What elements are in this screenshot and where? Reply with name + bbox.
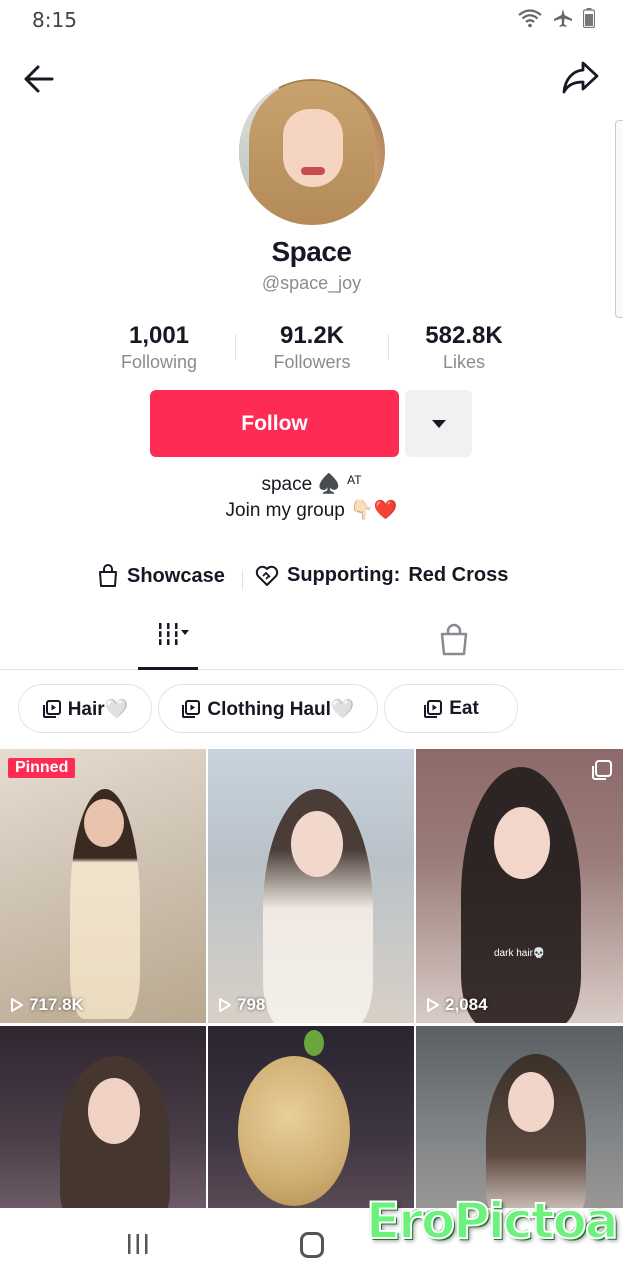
- links-divider: [242, 570, 243, 590]
- thumbnail-sprout: [304, 1030, 324, 1056]
- shopping-bag-icon: [99, 564, 117, 587]
- playlist-chips: Hair🤍 Clothing Haul🤍 Eat: [0, 684, 623, 734]
- share-icon[interactable]: [561, 57, 601, 97]
- view-count-value: 2,084: [445, 995, 488, 1014]
- playlist-chip[interactable]: Hair🤍: [18, 684, 152, 733]
- view-count: 798: [218, 995, 265, 1015]
- bio-line-1: space ♠️: [261, 474, 342, 495]
- caret-down-icon: [431, 419, 446, 428]
- heart-handshake-icon: [255, 565, 279, 586]
- play-icon: [219, 998, 231, 1012]
- status-icons: [517, 8, 595, 28]
- watermark: EroPictoa: [365, 1191, 620, 1251]
- battery-icon: [583, 8, 595, 28]
- play-icon: [11, 998, 23, 1012]
- playlist-label: Clothing Haul🤍: [207, 698, 355, 720]
- showcase-label: Showcase: [127, 564, 225, 587]
- thumbnail-face: [88, 1078, 140, 1144]
- stat-followers-value: 91.2K: [279, 322, 345, 349]
- tab-shop-icon[interactable]: [436, 622, 472, 658]
- stat-following-value: 1,001: [128, 322, 190, 349]
- stat-followers[interactable]: 91.2K Followers: [237, 322, 387, 373]
- status-bar: 8:15: [0, 0, 623, 38]
- stat-likes-label: Likes: [442, 352, 486, 372]
- view-count-value: 717.8K: [29, 995, 84, 1014]
- home-button-icon[interactable]: [300, 1232, 324, 1258]
- video-caption: dark hair💀: [494, 948, 546, 959]
- video-thumbnail[interactable]: [208, 1026, 414, 1209]
- avatar-lips: [301, 167, 325, 175]
- content-tabs: [0, 612, 623, 670]
- avatar-face: [283, 109, 343, 187]
- follow-button[interactable]: Follow: [150, 390, 399, 457]
- tab-active-indicator: [138, 667, 198, 670]
- stat-following-label: Following: [120, 352, 198, 372]
- video-thumbnail[interactable]: Pinned 717.8K: [0, 749, 206, 1023]
- play-icon: [427, 998, 439, 1012]
- view-count: 2,084: [426, 995, 488, 1015]
- pinned-badge: Pinned: [8, 758, 76, 778]
- view-count-value: 798: [237, 995, 266, 1014]
- showcase-link[interactable]: Showcase: [97, 564, 225, 588]
- thumbnail-subject: [461, 767, 581, 1023]
- bio-line-2: Join my group 👇🏻❤️: [225, 500, 398, 521]
- stat-following[interactable]: 1,001 Following: [84, 322, 234, 373]
- thumbnail-face: [494, 807, 550, 879]
- profile-links: Showcase Supporting: Red Cross: [0, 564, 623, 596]
- username: @space_joy: [261, 273, 362, 293]
- playlist-chip[interactable]: Clothing Haul🤍: [158, 684, 378, 733]
- stat-followers-label: Followers: [273, 352, 351, 372]
- video-thumbnail[interactable]: [416, 1026, 623, 1209]
- stat-likes-value: 582.8K: [425, 322, 503, 349]
- thumbnail-face: [84, 799, 124, 847]
- supporting-label: Supporting:: [287, 564, 401, 586]
- thumbnail-face: [508, 1072, 554, 1132]
- recent-apps-icon[interactable]: [126, 1232, 150, 1256]
- stat-divider: [235, 334, 236, 360]
- multi-photo-icon: [592, 760, 612, 780]
- tab-videos[interactable]: [138, 620, 198, 670]
- airplane-icon: [554, 9, 572, 27]
- status-time: 8:15: [32, 8, 77, 32]
- avatar[interactable]: [239, 79, 385, 225]
- video-thumbnail[interactable]: [0, 1026, 206, 1209]
- back-arrow-icon[interactable]: [20, 59, 60, 99]
- thumbnail-face: [291, 811, 343, 877]
- profile-stats: 1,001 Following 91.2K Followers 582.8K L…: [0, 322, 623, 378]
- suggested-accounts-button[interactable]: [405, 390, 472, 457]
- video-grid: Pinned 717.8K 798 dark hair💀 2,084: [0, 749, 623, 1209]
- playlist-icon: [424, 699, 443, 718]
- wifi-icon: [518, 9, 542, 28]
- playlist-label: Hair🤍: [67, 698, 129, 720]
- display-name: Space: [271, 236, 353, 267]
- playlist-label: Eat: [449, 697, 479, 719]
- playlist-chip[interactable]: Eat: [384, 684, 518, 733]
- supporting-link[interactable]: Supporting: Red Cross: [255, 564, 508, 587]
- playlist-icon: [182, 699, 201, 718]
- stat-likes[interactable]: 582.8K Likes: [389, 322, 539, 373]
- video-grid-icon: [156, 623, 189, 645]
- bio-superscript: AT: [347, 473, 362, 487]
- view-count: 717.8K: [10, 995, 84, 1015]
- bio: space ♠️ AT Join my group 👇🏻❤️: [0, 472, 623, 524]
- playlist-icon: [42, 699, 61, 718]
- thumbnail-potato-face: [238, 1056, 350, 1206]
- supporting-org: Red Cross: [408, 564, 509, 586]
- video-thumbnail[interactable]: dark hair💀 2,084: [416, 749, 623, 1023]
- video-thumbnail[interactable]: 798: [208, 749, 414, 1023]
